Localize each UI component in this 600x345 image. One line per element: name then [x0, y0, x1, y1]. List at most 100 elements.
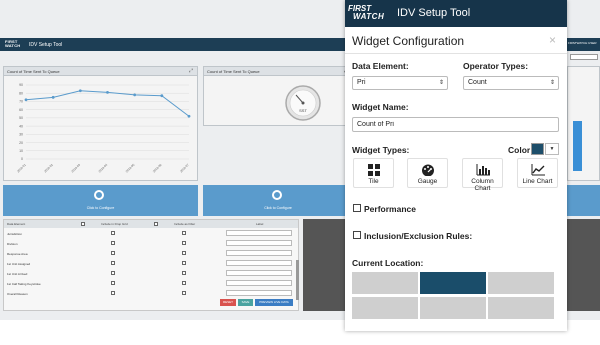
series-line [25, 90, 190, 117]
label-input[interactable] [226, 230, 292, 236]
modal-title: Widget Configuration [352, 34, 465, 48]
column-header: Data Element [7, 222, 26, 226]
line-chart-card: Count of Time Sent To Queue ⤢ 0 10 20 30 40 5… [3, 66, 198, 181]
header-select[interactable] [570, 54, 598, 60]
data-element-name: 1st Unit Assigned [7, 262, 31, 266]
location-cell[interactable] [488, 272, 554, 294]
data-element-table: Data Element Include in Drop Grid Includ… [3, 219, 299, 311]
gauge-card: Count of Time Sent To Queue ⤢ SST [203, 66, 353, 126]
include-drop-grid-checkbox[interactable] [111, 241, 115, 245]
include-filter-checkbox[interactable] [182, 291, 186, 295]
chevron-updown-icon: ⇕ [438, 80, 444, 86]
select-value: Count [468, 79, 487, 86]
y-tick-label: 0 [21, 157, 23, 161]
data-point [51, 95, 55, 99]
data-point [187, 114, 191, 118]
select-all-checkbox[interactable] [154, 222, 158, 226]
close-icon[interactable]: × [549, 33, 556, 47]
inclusion-exclusion-checkbox[interactable] [353, 231, 361, 239]
include-filter-checkbox[interactable] [182, 271, 186, 275]
gauge-caption: SST [299, 108, 307, 113]
select-all-checkbox[interactable] [81, 222, 85, 226]
data-element-name: 1st Unit Arrived [7, 272, 28, 276]
label-input[interactable] [226, 240, 292, 246]
location-cell[interactable] [352, 272, 418, 294]
user-menu[interactable]: FIRSTWATCH USER [568, 41, 597, 45]
label-input[interactable] [226, 270, 292, 276]
data-element-select[interactable]: Pri ⇕ [352, 76, 448, 90]
y-tick-label: 50 [19, 116, 23, 120]
include-drop-grid-checkbox[interactable] [111, 281, 115, 285]
include-filter-checkbox[interactable] [182, 241, 186, 245]
include-drop-grid-checkbox[interactable] [111, 291, 115, 295]
y-tick-label: 20 [19, 141, 23, 145]
save-button[interactable]: SAVE [238, 299, 253, 306]
table-row: 1st Unit Arrived [4, 269, 298, 278]
column-header: Include in Drop Grid [101, 222, 128, 226]
chevron-updown-icon: ⇕ [549, 80, 555, 86]
configure-tile[interactable] [567, 185, 600, 216]
location-cell[interactable] [488, 297, 554, 319]
data-element-name: Division [7, 242, 18, 246]
label-input[interactable] [226, 260, 292, 266]
include-drop-grid-checkbox[interactable] [111, 251, 115, 255]
location-cell[interactable] [420, 297, 486, 319]
location-cell[interactable] [420, 272, 486, 294]
chevron-down-icon[interactable]: ▼ [545, 143, 559, 155]
data-element-name: Response Area [7, 252, 28, 256]
label-input[interactable] [226, 290, 292, 296]
widget-name-input[interactable] [352, 117, 559, 132]
widget-type-label: Gauge [417, 178, 438, 185]
include-drop-grid-checkbox[interactable] [111, 231, 115, 235]
column-header: Label [256, 222, 264, 226]
configure-tile[interactable]: Click to Configure [203, 185, 353, 216]
operator-types-select[interactable]: Count ⇕ [463, 76, 559, 90]
firstwatch-logo: FIRST WATCH [348, 4, 385, 21]
widget-type-line-chart-button[interactable]: Line Chart [517, 158, 558, 188]
include-drop-grid-checkbox[interactable] [111, 261, 115, 265]
table-row: Overall Reason [4, 289, 298, 298]
x-tick-label: 2018-05 [125, 163, 136, 174]
include-filter-checkbox[interactable] [182, 231, 186, 235]
x-tick-label: 2018-07 [179, 163, 190, 174]
label-input[interactable] [226, 280, 292, 286]
table-scrollbar[interactable] [296, 260, 299, 300]
chart-bar [573, 121, 582, 171]
table-header: Data Element Include in Drop Grid Includ… [4, 220, 298, 228]
reset-button[interactable]: RESET [220, 299, 236, 306]
location-cell[interactable] [352, 297, 418, 319]
widget-type-label: Line Chart [522, 178, 553, 185]
data-point [106, 91, 109, 94]
gear-icon [94, 190, 104, 200]
widget-type-tile-button[interactable]: Tile [353, 158, 394, 188]
configure-tile[interactable]: Click to Configure [3, 185, 198, 216]
app-name: IDV Setup Tool [397, 7, 471, 19]
widget-type-gauge-button[interactable]: Gauge [407, 158, 448, 188]
widget-type-column-chart-button[interactable]: Column Chart [462, 158, 503, 192]
card-title: Count of Time Sent To Queue [204, 67, 352, 76]
widget-types-label: Widget Types: [352, 145, 410, 155]
gear-icon [272, 190, 282, 200]
inclusion-exclusion-label: Inclusion/Exclusion Rules: [364, 231, 473, 241]
data-point [133, 93, 137, 97]
grid-icon [367, 164, 380, 176]
y-tick-label: 70 [19, 100, 23, 104]
y-tick-label: 10 [19, 149, 23, 153]
performance-checkbox[interactable] [353, 204, 361, 212]
widget-type-label: Tile [368, 178, 379, 185]
color-label: Color: [508, 145, 534, 155]
data-point [24, 98, 28, 102]
column-chart-card [567, 66, 600, 181]
x-tick-label: 2018-03 [70, 163, 81, 174]
data-element-name: Overall Reason [7, 292, 28, 296]
preview-live-data-button[interactable]: PREVIEW LIVE DATA [255, 299, 293, 306]
include-filter-checkbox[interactable] [182, 251, 186, 255]
label-input[interactable] [226, 250, 292, 256]
include-filter-checkbox[interactable] [182, 281, 186, 285]
include-filter-checkbox[interactable] [182, 261, 186, 265]
include-drop-grid-checkbox[interactable] [111, 271, 115, 275]
color-swatch[interactable] [531, 143, 544, 155]
data-element-name: Jurisdiction [7, 232, 23, 236]
expand-icon[interactable]: ⤢ [189, 68, 193, 74]
configure-label: Click to Configure [86, 206, 115, 210]
